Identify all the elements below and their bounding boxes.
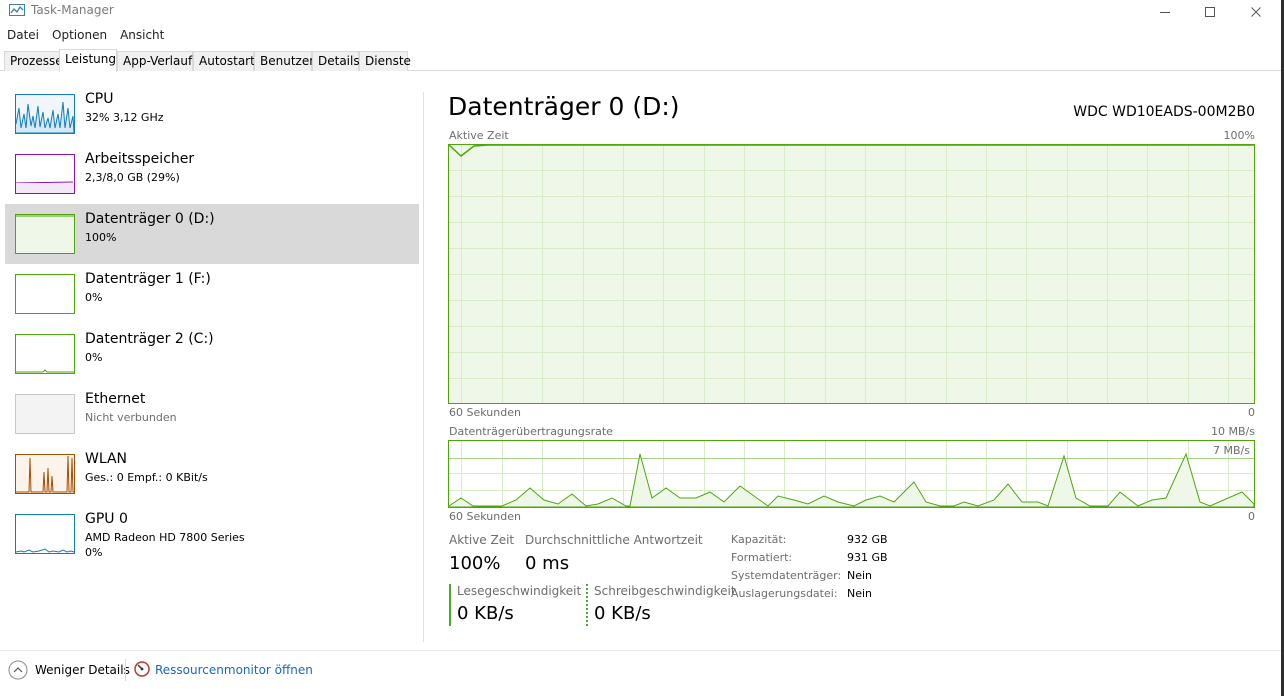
write-indicator-line: [586, 584, 588, 626]
resource-title: GPU 0: [85, 511, 128, 527]
memory-thumbnail: [15, 154, 75, 194]
maximize-icon: [1205, 7, 1215, 17]
tab-app-verlauf[interactable]: App-Verlauf: [117, 51, 193, 71]
graph2-time-label: 60 Sekunden: [449, 510, 521, 523]
response-time-value: 0 ms: [525, 553, 570, 574]
graph1-max: 100%: [1223, 129, 1255, 142]
graph2-label: Datenträgerübertragungsrate: [449, 425, 613, 438]
tab-dienste[interactable]: Dienste: [359, 51, 411, 71]
read-speed-label: Lesegeschwindigkeit: [457, 584, 582, 598]
graph1-label: Aktive Zeit: [449, 129, 509, 142]
write-speed-value: 0 KB/s: [594, 603, 651, 624]
resource-title: CPU: [85, 91, 114, 107]
resource-value: AMD Radeon HD 7800 Series: [85, 531, 245, 544]
tab-strip: Prozesse Leistung App-Verlauf Autostart …: [0, 49, 1284, 72]
resource-disk-2[interactable]: Datenträger 2 (C:) 0%: [5, 324, 419, 384]
formatted-label: Formatiert:: [731, 551, 793, 564]
minimize-icon: [1160, 12, 1170, 13]
graph2-min: 0: [1248, 510, 1255, 523]
resource-title: Datenträger 2 (C:): [85, 331, 214, 347]
graph1-time-label: 60 Sekunden: [449, 406, 521, 419]
resource-value: Nicht verbunden: [85, 411, 177, 424]
resource-cpu[interactable]: CPU 32% 3,12 GHz: [5, 84, 419, 144]
active-time-graph: [448, 144, 1255, 404]
resource-value: 2,3/8,0 GB (29%): [85, 171, 180, 184]
close-icon: [1251, 7, 1261, 17]
graph2-max: 10 MB/s: [1211, 425, 1255, 438]
pane-divider: [423, 92, 424, 642]
resource-gpu-0[interactable]: GPU 0 AMD Radeon HD 7800 Series 0%: [5, 504, 419, 564]
read-speed-value: 0 KB/s: [457, 603, 514, 624]
active-time-value: 100%: [449, 553, 501, 574]
formatted-value: 931 GB: [847, 551, 888, 564]
resource-value: Ges.: 0 Empf.: 0 KBit/s: [85, 471, 208, 484]
resource-value: 100%: [85, 231, 117, 244]
graph2-inner-max: 7 MB/s: [1213, 444, 1250, 457]
resource-value-secondary: 0%: [85, 546, 103, 559]
resource-title: Datenträger 0 (D:): [85, 211, 215, 227]
disk-1-thumbnail: [15, 274, 75, 314]
write-speed-label: Schreibgeschwindigkeit: [594, 584, 736, 598]
menu-datei[interactable]: Datei: [0, 25, 45, 45]
gpu-thumbnail: [15, 514, 75, 554]
active-time-label: Aktive Zeit: [449, 533, 515, 547]
resource-memory[interactable]: Arbeitsspeicher 2,3/8,0 GB (29%): [5, 144, 419, 204]
tab-details[interactable]: Details: [312, 51, 360, 71]
close-button[interactable]: [1233, 0, 1279, 24]
cpu-thumbnail: [15, 94, 75, 134]
menu-ansicht[interactable]: Ansicht: [113, 25, 170, 45]
less-details-button[interactable]: Weniger Details: [35, 663, 130, 677]
resource-monitor-link[interactable]: Ressourcenmonitor öffnen: [155, 663, 313, 677]
chevron-up-icon[interactable]: [8, 660, 28, 680]
footer-separator: [125, 659, 126, 681]
resource-disk-1[interactable]: Datenträger 1 (F:) 0%: [5, 264, 419, 324]
resource-title: WLAN: [85, 451, 128, 467]
graph1-min: 0: [1248, 406, 1255, 419]
resource-title: Datenträger 1 (F:): [85, 271, 211, 287]
resource-value: 32% 3,12 GHz: [85, 111, 164, 124]
resource-value: 0%: [85, 351, 103, 364]
read-indicator-line: [449, 584, 451, 626]
minimize-button[interactable]: [1142, 0, 1188, 24]
tab-leistung[interactable]: Leistung: [59, 49, 117, 72]
disk-2-thumbnail: [15, 334, 75, 374]
menu-bar: Datei Optionen Ansicht: [0, 25, 170, 45]
tab-prozesse[interactable]: Prozesse: [4, 51, 63, 71]
resource-list: CPU 32% 3,12 GHz Arbeitsspeicher 2,3/8,0…: [0, 72, 424, 650]
capacity-label: Kapazität:: [731, 533, 787, 546]
task-manager-icon: [9, 4, 25, 16]
disk-model: WDC WD10EADS-00M2B0: [1073, 104, 1255, 120]
tab-autostart[interactable]: Autostart: [193, 51, 255, 71]
system-disk-label: Systemdatenträger:: [731, 569, 842, 582]
system-disk-value: Nein: [847, 569, 873, 582]
window-title: Task-Manager: [31, 3, 114, 17]
page-title: Datenträger 0 (D:): [448, 92, 680, 121]
maximize-button[interactable]: [1187, 0, 1233, 24]
menu-optionen[interactable]: Optionen: [45, 25, 113, 45]
page-file-label: Auslagerungsdatei:: [731, 587, 838, 600]
transfer-rate-graph: [448, 440, 1255, 508]
wlan-thumbnail: [15, 454, 75, 494]
resource-monitor-icon[interactable]: [134, 661, 150, 677]
footer-bar: Weniger Details Ressourcenmonitor öffnen: [0, 650, 1284, 690]
tab-benutzer[interactable]: Benutzer: [254, 51, 314, 71]
page-file-value: Nein: [847, 587, 873, 600]
ethernet-thumbnail: [15, 394, 75, 434]
resource-wlan[interactable]: WLAN Ges.: 0 Empf.: 0 KBit/s: [5, 444, 419, 504]
response-time-label: Durchschnittliche Antwortzeit: [525, 533, 703, 547]
capacity-value: 932 GB: [847, 533, 888, 546]
resource-value: 0%: [85, 291, 103, 304]
resource-ethernet[interactable]: Ethernet Nicht verbunden: [5, 384, 419, 444]
resource-title: Ethernet: [85, 391, 146, 407]
title-bar: Task-Manager: [0, 0, 1284, 24]
resource-disk-0[interactable]: Datenträger 0 (D:) 100%: [5, 204, 419, 264]
resource-title: Arbeitsspeicher: [85, 151, 195, 167]
disk-0-thumbnail: [15, 214, 75, 254]
